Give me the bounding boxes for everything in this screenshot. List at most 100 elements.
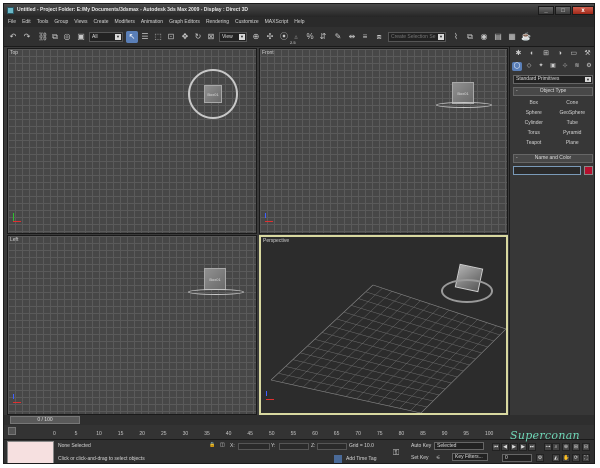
curve-editor-icon[interactable]: ⌇ <box>450 31 462 43</box>
menu-group[interactable]: Group <box>54 19 68 25</box>
schematic-view-icon[interactable]: ⧉ <box>464 31 476 43</box>
align-icon[interactable]: ≡ <box>359 31 371 43</box>
lights-icon[interactable]: ✦ <box>536 62 546 71</box>
menu-edit[interactable]: Edit <box>22 19 31 25</box>
create-tab-icon[interactable]: ✱ <box>512 49 525 59</box>
zoom-extents-all-icon[interactable]: ⊟ <box>582 443 590 451</box>
time-tag-icon[interactable] <box>334 455 342 463</box>
menu-graph-editors[interactable]: Graph Editors <box>169 19 200 25</box>
select-manipulate-icon[interactable]: ✣ <box>264 31 276 43</box>
teapot-button[interactable]: Teapot <box>516 139 552 148</box>
viewport-left[interactable]: Left Box01 <box>7 235 257 415</box>
menu-tools[interactable]: Tools <box>37 19 49 25</box>
plane-button[interactable]: Plane <box>555 139 591 148</box>
selection-filter-dropdown[interactable]: All ▼ <box>89 32 123 42</box>
torus-button[interactable]: Torus <box>516 129 552 138</box>
name-color-rollout[interactable]: - Name and Color <box>513 154 593 163</box>
z-coordinate-field[interactable] <box>317 443 347 450</box>
box-object[interactable]: Box01 <box>452 82 474 104</box>
menu-rendering[interactable]: Rendering <box>206 19 229 25</box>
auto-key-button[interactable]: Auto Key <box>411 443 431 449</box>
app-icon[interactable] <box>7 7 14 14</box>
menu-animation[interactable]: Animation <box>141 19 163 25</box>
menu-views[interactable]: Views <box>74 19 87 25</box>
menu-help[interactable]: Help <box>294 19 304 25</box>
key-icon[interactable]: ⚿ <box>393 448 399 458</box>
quick-render-icon[interactable]: ☕ <box>520 31 532 43</box>
box-object[interactable]: Box01 <box>204 268 226 290</box>
set-key-button[interactable]: Set Key <box>411 455 429 461</box>
viewport-label[interactable]: Front <box>262 50 274 56</box>
systems-icon[interactable]: ⚙ <box>584 62 594 71</box>
cameras-icon[interactable]: ▣ <box>548 62 558 71</box>
menu-file[interactable]: File <box>8 19 16 25</box>
key-filters-button[interactable]: Key Filters... <box>452 453 488 461</box>
space-warps-icon[interactable]: ≋ <box>572 62 582 71</box>
menu-maxscript[interactable]: MAXScript <box>265 19 289 25</box>
box-object[interactable]: Box01 <box>204 85 222 103</box>
display-tab-icon[interactable]: ▭ <box>567 49 580 59</box>
ref-coord-dropdown[interactable]: View ▼ <box>219 32 247 42</box>
region-select-icon[interactable]: ⬚ <box>152 31 164 43</box>
next-frame-icon[interactable]: ▶ <box>519 443 527 451</box>
move-icon[interactable]: ✥ <box>179 31 191 43</box>
go-to-end-icon[interactable]: ⏭ <box>528 443 536 451</box>
render-setup-icon[interactable]: ▤ <box>492 31 504 43</box>
x-coordinate-field[interactable] <box>238 443 270 450</box>
y-coordinate-field[interactable] <box>279 443 309 450</box>
link-icon[interactable]: ⛓ <box>37 31 49 43</box>
bind-space-warp-icon[interactable]: ◎ <box>61 31 73 43</box>
time-slider-thumb[interactable]: 0 / 100 <box>10 416 80 424</box>
maxscript-listener[interactable] <box>7 441 54 463</box>
select-object-icon[interactable]: ↖ <box>126 31 138 43</box>
close-button[interactable]: x <box>572 6 594 15</box>
category-dropdown[interactable]: Standard Primitives ▼ <box>513 75 593 84</box>
absolute-mode-icon[interactable]: ◫ <box>220 442 225 448</box>
material-editor-icon[interactable]: ◉ <box>478 31 490 43</box>
play-icon[interactable]: ▶ <box>510 443 518 451</box>
minimize-button[interactable]: _ <box>538 6 554 15</box>
mirror-icon[interactable]: ⇹ <box>346 31 358 43</box>
percent-snap-icon[interactable]: % <box>304 31 316 43</box>
key-mode-toggle-icon[interactable]: ⊶ <box>544 443 552 451</box>
geometry-icon[interactable]: ◯ <box>512 62 522 71</box>
cylinder-button[interactable]: Cylinder <box>516 119 552 128</box>
spinner-snap-icon[interactable]: ⇵ <box>317 31 329 43</box>
viewport-front[interactable]: Front Box01 <box>259 48 508 234</box>
shapes-icon[interactable]: ◇ <box>524 62 534 71</box>
pan-icon[interactable]: ✋ <box>562 454 570 462</box>
orbit-icon[interactable]: ⟳ <box>572 454 580 462</box>
field-of-view-icon[interactable]: ◭ <box>552 454 560 462</box>
utilities-tab-icon[interactable]: ⚒ <box>581 49 594 59</box>
pyramid-button[interactable]: Pyramid <box>555 129 591 138</box>
sphere-button[interactable]: Sphere <box>516 109 552 118</box>
set-key-filter-icon[interactable]: ⚟ <box>436 455 440 461</box>
zoom-all-icon[interactable]: ⊕ <box>562 443 570 451</box>
hierarchy-tab-icon[interactable]: ⊞ <box>540 49 553 59</box>
menu-customize[interactable]: Customize <box>235 19 259 25</box>
redo-icon[interactable]: ↷ <box>21 31 33 43</box>
viewport-label[interactable]: Top <box>10 50 18 56</box>
viewport-top[interactable]: Top Box01 <box>7 48 257 234</box>
menu-create[interactable]: Create <box>94 19 109 25</box>
render-frame-icon[interactable]: ▦ <box>506 31 518 43</box>
maximize-viewport-icon[interactable]: ⛶ <box>582 454 590 462</box>
lock-icon[interactable]: 🔒 <box>209 442 215 448</box>
unlink-icon[interactable]: ⧉ <box>49 31 61 43</box>
previous-frame-icon[interactable]: ◀ <box>501 443 509 451</box>
time-config-icon[interactable]: ⚙ <box>536 454 544 462</box>
zoom-icon[interactable]: ⌕ <box>552 443 560 451</box>
menu-modifiers[interactable]: Modifiers <box>115 19 135 25</box>
current-frame-field[interactable]: 0 <box>502 454 532 462</box>
key-mode-dropdown[interactable]: Selected <box>434 442 484 450</box>
layer-manager-icon[interactable]: ⧈ <box>373 31 385 43</box>
maximize-button[interactable]: □ <box>555 6 571 15</box>
select-by-name-icon[interactable]: ☰ <box>139 31 151 43</box>
zoom-extents-icon[interactable]: ⊞ <box>572 443 580 451</box>
go-to-start-icon[interactable]: ⏮ <box>492 443 500 451</box>
scale-icon[interactable]: ⊠ <box>205 31 217 43</box>
pivot-center-icon[interactable]: ⊕ <box>250 31 262 43</box>
object-color-swatch[interactable] <box>584 166 593 175</box>
modify-tab-icon[interactable]: ◐ <box>526 49 539 59</box>
add-time-tag[interactable]: Add Time Tag <box>346 456 376 462</box>
